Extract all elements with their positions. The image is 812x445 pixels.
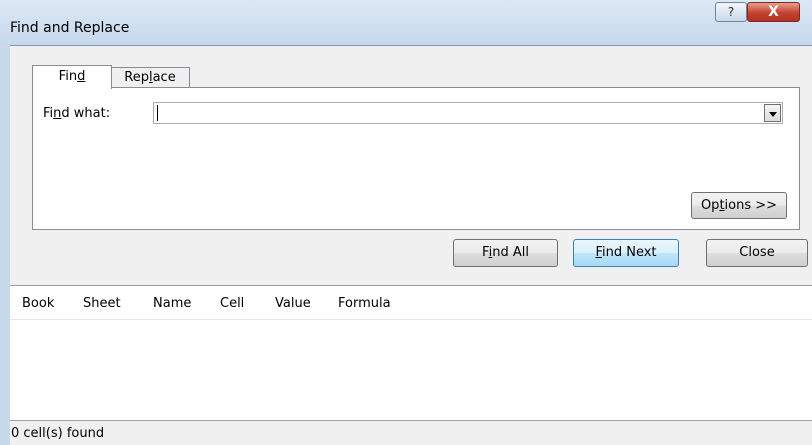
close-icon: X (768, 4, 779, 20)
tab-replace[interactable]: Replace (110, 67, 190, 88)
find-all-label: Find All (482, 245, 529, 260)
close-button[interactable]: Close (706, 239, 808, 267)
find-next-label: Find Next (595, 245, 657, 260)
column-header-value[interactable]: Value (275, 296, 311, 311)
find-what-input[interactable] (160, 104, 756, 122)
tab-replace-label: Replace (124, 70, 176, 85)
column-header-cell[interactable]: Cell (220, 296, 244, 311)
status-text: 0 cell(s) found (11, 426, 105, 441)
text-caret (157, 105, 158, 121)
results-header: Book Sheet Name Cell Value Formula (10, 286, 812, 320)
title-bar: Find and Replace ? X (0, 0, 812, 45)
find-what-combobox[interactable] (153, 102, 783, 124)
window-title: Find and Replace (10, 20, 130, 36)
options-button[interactable]: Options >> (691, 192, 787, 219)
window-close-button[interactable]: X (747, 2, 800, 22)
chevron-down-icon (769, 112, 777, 117)
options-button-label: Options >> (700, 198, 778, 213)
column-header-name[interactable]: Name (153, 296, 191, 311)
help-icon: ? (727, 5, 735, 19)
column-header-formula[interactable]: Formula (338, 296, 391, 311)
dialog-body: Find Replace Find what: Options >> Find … (10, 45, 812, 445)
find-next-button[interactable]: Find Next (573, 239, 679, 267)
find-all-button[interactable]: Find All (453, 239, 558, 267)
tab-find-label: Find (58, 69, 86, 84)
find-what-dropdown-button[interactable] (764, 104, 781, 122)
column-header-book[interactable]: Book (22, 296, 54, 311)
find-what-label: Find what: (43, 106, 111, 121)
tab-find[interactable]: Find (32, 65, 112, 89)
column-header-sheet[interactable]: Sheet (83, 296, 121, 311)
help-button[interactable]: ? (715, 2, 747, 22)
close-button-label: Close (739, 245, 775, 260)
find-tab-panel: Find what: Options >> (32, 87, 800, 230)
status-bar: 0 cell(s) found (10, 420, 812, 445)
